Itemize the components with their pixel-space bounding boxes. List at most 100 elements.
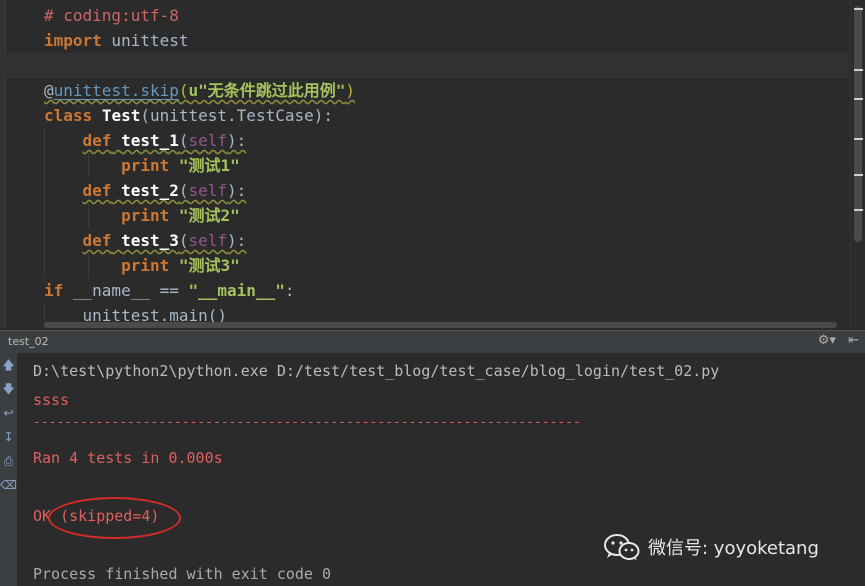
run-tab-label: test_02 [8, 335, 49, 348]
code-tokens: if __name__ == "__main__": [44, 281, 294, 300]
indent-guide [88, 253, 89, 278]
code-line[interactable]: import unittest [44, 28, 849, 53]
code-token: ) [345, 81, 356, 100]
code-token: def [82, 131, 112, 150]
code-line[interactable]: def test_2(self): [44, 178, 849, 203]
code-token: "测试3" [178, 256, 240, 275]
indent-guide [44, 153, 45, 178]
watermark-text: 微信号: yoyoketang [648, 538, 819, 559]
wechat-watermark: 微信号: yoyoketang [604, 532, 819, 562]
code-area[interactable]: # coding:utf-8 import unittest @unittest.s… [5, 3, 849, 328]
editor-horizontal-scrollbar[interactable] [44, 322, 837, 328]
code-line[interactable]: print "测试3" [44, 253, 849, 278]
code-token: u"无条件跳过此用例" [188, 81, 346, 100]
code-line[interactable]: print "测试1" [44, 153, 849, 178]
print-icon[interactable]: ⎙ [0, 449, 17, 473]
code-token: test_1 [121, 131, 179, 150]
gear-icon[interactable]: ⚙▾ [818, 333, 836, 348]
console-command-line: D:\test\python2\python.exe D:/test/test_… [33, 362, 720, 380]
code-token: self [188, 181, 228, 200]
scroll-to-end-icon[interactable]: ↧ [0, 425, 17, 449]
error-stripe-mark[interactable] [854, 209, 863, 211]
console-separator: ----------------------------------------… [33, 415, 581, 430]
soft-wrap-icon[interactable]: ↩ [0, 401, 17, 425]
code-line[interactable]: # coding:utf-8 [44, 3, 849, 28]
code-token: @ [44, 81, 54, 100]
code-token: ( [178, 181, 189, 200]
console-exit-line: Process finished with exit code 0 [33, 565, 332, 583]
scrollbar-thumb[interactable] [854, 6, 862, 242]
editor-vertical-scrollbar[interactable] [850, 0, 865, 328]
trash-icon[interactable]: ⌫ [0, 473, 17, 497]
indent-guide [88, 203, 89, 228]
code-tokens: print "测试1" [121, 156, 240, 175]
code-tokens: def test_2(self): [83, 181, 247, 200]
code-tokens: print "测试2" [121, 206, 240, 225]
error-stripe-mark[interactable] [854, 8, 863, 10]
hide-panel-icon[interactable]: ⇤ [848, 333, 859, 348]
code-token: ( [178, 131, 189, 150]
code-token: ( [178, 231, 189, 250]
code-line[interactable]: @unittest.skip(u"无条件跳过此用例") [44, 78, 849, 103]
down-arrow-icon[interactable]: 🡇 [0, 377, 17, 401]
run-tab[interactable]: test_02 [0, 331, 55, 353]
code-tokens: def test_3(self): [83, 231, 247, 250]
error-stripe-mark[interactable] [854, 69, 863, 71]
indent-guide [44, 253, 45, 278]
error-stripe-mark[interactable] [854, 98, 863, 100]
code-token: : [284, 281, 295, 300]
up-arrow-icon[interactable]: 🡅 [0, 353, 17, 377]
code-token: def [82, 181, 112, 200]
code-line[interactable]: if __name__ == "__main__": [44, 278, 849, 303]
code-line[interactable]: print "测试2" [44, 203, 849, 228]
run-panel-header: test_02 ⚙▾ ⇤ [0, 330, 865, 353]
code-line[interactable]: def test_3(self): [44, 228, 849, 253]
code-tokens: @unittest.skip(u"无条件跳过此用例") [44, 81, 355, 100]
code-line[interactable] [5, 53, 849, 78]
editor-gutter [0, 0, 6, 328]
code-token: test_2 [121, 181, 179, 200]
code-token: unittest [101, 31, 189, 50]
code-tokens: # coding:utf-8 [44, 6, 179, 25]
code-tokens: def test_1(self): [83, 131, 247, 150]
indent-guide [44, 203, 45, 228]
code-token: def [82, 231, 112, 250]
code-token: "测试1" [178, 156, 240, 175]
run-side-toolbar: 🡅 🡇 ↩ ↧ ⎙ ⌫ [0, 353, 17, 586]
code-token: import [44, 31, 102, 50]
run-panel-tools: ⚙▾ ⇤ [810, 333, 859, 348]
code-line[interactable]: class Test(unittest.TestCase): [44, 103, 849, 128]
code-token: "测试2" [178, 206, 240, 225]
code-token: print [121, 156, 170, 175]
code-editor[interactable]: # coding:utf-8 import unittest @unittest.s… [0, 0, 865, 328]
code-token: "__main__" [188, 281, 285, 300]
code-token: __name__ == [63, 281, 189, 300]
code-token: unittest.skip [53, 81, 179, 100]
code-token: ): [227, 131, 247, 150]
code-token: Test [101, 106, 141, 125]
error-stripe-mark[interactable] [854, 174, 863, 176]
code-token: self [188, 231, 228, 250]
code-token: print [121, 206, 170, 225]
code-token: ( [178, 81, 189, 100]
wechat-logo-icon [604, 534, 640, 560]
code-tokens: import unittest [44, 31, 189, 50]
indent-guide [44, 128, 45, 153]
code-tokens: print "测试3" [121, 256, 240, 275]
code-line[interactable]: def test_1(self): [44, 128, 849, 153]
code-token: print [121, 256, 170, 275]
console-output-line: ssss [33, 391, 70, 409]
error-stripe-mark[interactable] [854, 138, 863, 140]
code-token: class [44, 106, 93, 125]
indent-guide [44, 228, 45, 253]
code-token: test_3 [121, 231, 179, 250]
